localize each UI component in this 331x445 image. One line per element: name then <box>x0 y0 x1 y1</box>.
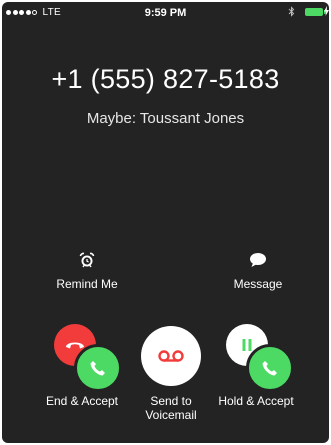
remind-me-label: Remind Me <box>56 277 118 291</box>
speech-bubble-icon <box>249 253 267 272</box>
bluetooth-icon <box>288 6 295 20</box>
status-bar: LTE 9:59 PM <box>2 2 329 24</box>
accept-call-icon <box>74 344 122 392</box>
incoming-call-screen: LTE 9:59 PM +1 (555) 827-5183 Maybe: Tou… <box>2 2 329 443</box>
voicemail-label-line1: Send to <box>150 394 192 408</box>
remind-me-button[interactable]: Remind Me <box>42 252 132 291</box>
message-label: Message <box>233 277 283 291</box>
voicemail-label-line2: Voicemail <box>145 408 197 422</box>
hold-and-accept-label: Hold & Accept <box>218 394 294 408</box>
message-button[interactable]: Message <box>213 252 303 291</box>
caller-suggestion: Maybe: Toussant Jones <box>86 110 245 127</box>
accept-call-icon <box>246 344 294 392</box>
status-time: 9:59 PM <box>144 7 187 19</box>
caller-number: +1 (555) 827-5183 <box>51 64 280 94</box>
end-and-accept-label: End & Accept <box>45 394 119 408</box>
battery-icon <box>305 8 326 16</box>
charging-bolt-icon <box>324 6 329 19</box>
alarm-clock-icon <box>79 252 95 272</box>
voicemail-icon <box>141 326 201 386</box>
